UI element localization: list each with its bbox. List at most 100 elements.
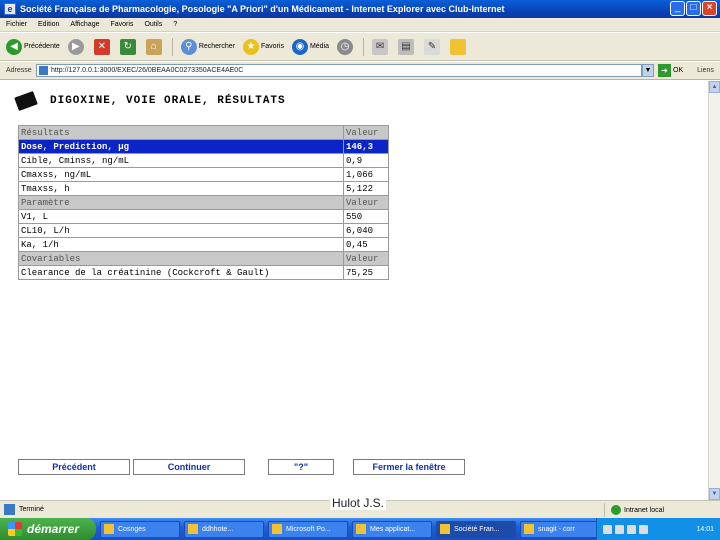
table-row[interactable]: CL10, L/h 6,040 — [18, 223, 389, 238]
search-icon: ⚲ — [180, 38, 197, 55]
vertical-scrollbar[interactable]: ▲ ▼ — [708, 81, 720, 500]
taskbar-item-active[interactable]: Société Fran... — [436, 520, 516, 538]
taskbar-item[interactable]: Cosnges — [100, 520, 180, 538]
row-value: 550 — [343, 209, 389, 224]
table-row[interactable]: Dose, Prediction, µg 146,3 — [18, 139, 389, 154]
forward-arrow-icon: ▶ — [67, 38, 84, 55]
powerpoint-icon — [272, 524, 282, 534]
tray-icon[interactable] — [627, 524, 636, 534]
toolbar: ◀ Précédente ▶ ✕ ↻ ⌂ ⚲ Rechercher ★ Favo… — [0, 33, 720, 61]
menu-affichage[interactable]: Affichage — [70, 21, 99, 28]
clock: 14:01 — [696, 525, 714, 533]
globe-icon: ◉ — [291, 38, 308, 55]
menu-help[interactable]: ? — [173, 21, 177, 28]
taskbar-item[interactable]: Mes applicat... — [352, 520, 432, 538]
star-icon: ★ — [243, 38, 259, 55]
tray-icon[interactable] — [615, 524, 624, 534]
go-arrow-icon[interactable]: ➜ — [658, 64, 671, 77]
history-button[interactable]: ◷ — [337, 38, 355, 55]
zone-label: Intranet local — [624, 506, 665, 514]
taskbar-item[interactable]: Microsoft Po... — [268, 520, 348, 538]
help-button[interactable]: "?" — [268, 459, 334, 475]
author-watermark: Hulot J.S. — [330, 496, 387, 510]
table-row[interactable]: Ka, 1/h 0,45 — [18, 237, 389, 252]
table-section-header: Résultats Valeur — [18, 125, 389, 140]
taskbar-item-label: ddhhote... — [202, 525, 234, 533]
favorites-button[interactable]: ★ Favoris — [243, 38, 284, 55]
refresh-button[interactable]: ↻ — [119, 38, 138, 55]
pill-icon — [14, 91, 38, 111]
taskbar-item[interactable]: snagit - corr — [520, 520, 600, 538]
taskbar-item-label: snagit - corr — [538, 525, 575, 533]
stop-icon: ✕ — [93, 38, 110, 55]
media-label: Média — [309, 43, 330, 50]
back-label: Précédente — [24, 43, 60, 50]
row-label: Cmaxss, ng/mL — [18, 167, 344, 182]
table-row[interactable]: Tmaxss, h 5,122 — [18, 181, 389, 196]
address-dropdown[interactable]: ▼ — [642, 64, 654, 77]
scroll-up-icon[interactable]: ▲ — [709, 81, 720, 93]
taskbar: démarrer Cosnges ddhhote... Microsoft Po… — [0, 518, 720, 540]
page-content: DIGOXINE, VOIE ORALE, RÉSULTATS Résultat… — [0, 81, 708, 500]
row-label: Ka, 1/h — [18, 237, 344, 252]
taskbar-item-label: Cosnges — [118, 525, 146, 533]
menu-edition[interactable]: Edition — [38, 21, 59, 28]
app-icon — [356, 524, 366, 534]
go-button[interactable]: OK — [673, 67, 683, 74]
previous-button[interactable]: Précédent — [18, 459, 130, 475]
title-bar: e Société Française de Pharmacologie, Po… — [0, 0, 720, 18]
history-icon: ◷ — [337, 38, 354, 55]
tray-icon[interactable] — [639, 524, 648, 534]
folder-button[interactable] — [450, 38, 468, 55]
favorites-label: Favoris — [261, 43, 284, 50]
row-value: 0,9 — [343, 153, 389, 168]
doc-header: DIGOXINE, VOIE ORALE, RÉSULTATS — [14, 91, 286, 111]
address-url: http://127.0.0.1:3000/EXEC/26/0BEAA0C027… — [51, 67, 244, 74]
back-arrow-icon: ◀ — [6, 38, 22, 55]
edit-button[interactable]: ✎ — [424, 38, 442, 55]
minimize-button[interactable]: _ — [670, 1, 685, 16]
security-zone: Intranet local — [604, 503, 664, 517]
ie-icon — [440, 524, 450, 534]
stop-button[interactable]: ✕ — [93, 38, 112, 55]
back-button[interactable]: ◀ Précédente — [6, 38, 60, 55]
printer-icon: ▤ — [398, 38, 415, 55]
intranet-icon — [611, 505, 621, 515]
forward-button[interactable]: ▶ — [67, 38, 86, 55]
links-label[interactable]: Liens — [697, 67, 714, 74]
taskbar-item[interactable]: ddhhote... — [184, 520, 264, 538]
row-label: Cible, Cminss, ng/mL — [18, 153, 344, 168]
table-row[interactable]: Cmaxss, ng/mL 1,066 — [18, 167, 389, 182]
menu-favoris[interactable]: Favoris — [110, 21, 133, 28]
print-button[interactable]: ▤ — [398, 38, 416, 55]
table-row[interactable]: Clearance de la créatinine (Cockcroft & … — [18, 265, 389, 280]
row-value: 0,45 — [343, 237, 389, 252]
tray-icon[interactable] — [603, 524, 612, 534]
continue-button[interactable]: Continuer — [133, 459, 245, 475]
row-label: CL10, L/h — [18, 223, 344, 238]
scroll-down-icon[interactable]: ▼ — [709, 488, 720, 500]
row-label: Paramètre — [18, 195, 344, 210]
menu-outils[interactable]: Outils — [144, 21, 162, 28]
search-button[interactable]: ⚲ Rechercher — [180, 38, 235, 55]
home-icon: ⌂ — [145, 38, 162, 55]
table-section-header: Covariables Valeur — [18, 251, 389, 266]
start-label: démarrer — [27, 522, 80, 536]
media-button[interactable]: ◉ Média — [291, 38, 330, 55]
maximize-button[interactable]: □ — [686, 1, 701, 16]
home-button[interactable]: ⌂ — [145, 38, 164, 55]
mail-icon: ✉ — [372, 38, 389, 55]
windows-flag-icon — [8, 522, 22, 536]
table-section-header: Paramètre Valeur — [18, 195, 389, 210]
close-page-button[interactable]: Fermer la fenêtre — [353, 459, 465, 475]
start-button[interactable]: démarrer — [0, 518, 96, 540]
close-window-button[interactable]: × — [702, 1, 717, 16]
menu-fichier[interactable]: Fichier — [6, 21, 27, 28]
table-row[interactable]: V1, L 550 — [18, 209, 389, 224]
row-label: Tmaxss, h — [18, 181, 344, 196]
taskbar-item-label: Mes applicat... — [370, 525, 416, 533]
table-row[interactable]: Cible, Cminss, ng/mL 0,9 — [18, 153, 389, 168]
toolbar-separator — [363, 37, 365, 56]
address-input[interactable]: http://127.0.0.1:3000/EXEC/26/0BEAA0C027… — [36, 64, 642, 77]
mail-button[interactable]: ✉ — [372, 38, 390, 55]
